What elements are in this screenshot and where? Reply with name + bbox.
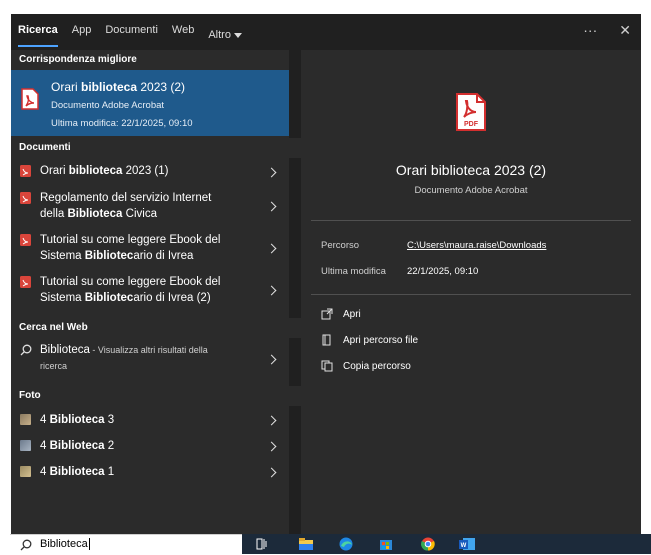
- section-web: Cerca nel Web: [11, 318, 305, 338]
- pdf-file-icon: [20, 276, 31, 288]
- photo-label: 4 Biblioteca 2: [40, 440, 115, 452]
- list-item[interactable]: Tutorial su come leggere Ebook del Sistem…: [11, 228, 289, 268]
- tab-documenti[interactable]: Documenti: [105, 24, 168, 46]
- action-open-label: Apri: [343, 308, 361, 320]
- pdf-file-icon: [20, 192, 31, 204]
- divider: [311, 294, 631, 295]
- tab-altro-label: Altro: [208, 29, 231, 41]
- more-options-icon[interactable]: ···: [583, 22, 597, 39]
- pdf-file-icon: [20, 234, 31, 246]
- edge-browser-icon[interactable]: [338, 537, 354, 551]
- photo-label: 4 Biblioteca 3: [40, 414, 115, 426]
- chrome-browser-icon[interactable]: [420, 537, 436, 551]
- tab-app[interactable]: App: [72, 24, 102, 46]
- best-match-title: Orari biblioteca 2023 (2): [51, 80, 186, 94]
- search-icon: [20, 344, 32, 356]
- modified-row: Ultima modifica 22/1/2025, 09:10: [321, 266, 478, 277]
- copy-icon: [321, 360, 333, 372]
- chevron-right-icon: [266, 243, 277, 254]
- chevron-right-icon: [266, 201, 277, 212]
- chevron-right-icon: [266, 441, 277, 452]
- task-view-icon[interactable]: [256, 537, 268, 551]
- search-input[interactable]: Biblioteca: [40, 538, 90, 551]
- tab-ricerca[interactable]: Ricerca: [18, 24, 68, 47]
- preview-type: Documento Adobe Acrobat: [414, 185, 528, 196]
- action-open[interactable]: Apri: [321, 308, 361, 320]
- open-icon: [321, 308, 333, 320]
- search-panel: Ricerca App Documenti Web Altro ··· ✕ Co…: [11, 14, 641, 534]
- store-icon[interactable]: [378, 537, 394, 551]
- action-open-file-location-label: Apri percorso file: [343, 334, 419, 346]
- preview-title: Orari biblioteca 2023 (2): [395, 162, 547, 178]
- action-copy-path-label: Copia percorso: [343, 360, 411, 372]
- tab-altro[interactable]: Altro: [208, 24, 252, 46]
- action-open-file-location[interactable]: Apri percorso file: [321, 334, 418, 346]
- best-match-modified: Ultima modifica: 22/1/2025, 09:10: [51, 118, 193, 129]
- modified-label: Ultima modifica: [321, 266, 386, 277]
- word-app-icon[interactable]: W: [458, 537, 476, 551]
- chevron-right-icon: [266, 467, 277, 478]
- search-icon: [20, 539, 32, 551]
- chevron-right-icon: [266, 167, 277, 178]
- tab-bar: Ricerca App Documenti Web Altro ··· ✕: [11, 14, 641, 50]
- taskbar-apps: W: [242, 534, 651, 554]
- list-item[interactable]: Orari biblioteca 2023 (1): [11, 158, 289, 184]
- path-link[interactable]: C:\Users\maura.raise\Downloads: [407, 240, 546, 251]
- best-match-type: Documento Adobe Acrobat: [51, 100, 165, 111]
- best-match-item[interactable]: Orari biblioteca 2023 (2) Documento Adob…: [11, 70, 289, 136]
- top-icons: ··· ✕: [583, 22, 631, 39]
- pdf-badge: PDF: [464, 121, 479, 128]
- results-list: Corrispondenza migliore Orari biblioteca…: [11, 50, 305, 534]
- image-thumbnail: [20, 414, 31, 425]
- tabs: Ricerca App Documenti Web Altro: [18, 24, 256, 47]
- doc-label: Regolamento del servizio Internet della B…: [40, 192, 212, 220]
- chevron-right-icon: [266, 415, 277, 426]
- image-thumbnail: [20, 466, 31, 477]
- chevron-right-icon: [266, 285, 277, 296]
- text-cursor: [88, 538, 90, 551]
- chevron-down-icon: [233, 33, 242, 38]
- section-photos: Foto: [11, 386, 305, 406]
- list-item[interactable]: Tutorial su come leggere Ebook del Sistem…: [11, 270, 289, 310]
- modified-value: 22/1/2025, 09:10: [407, 266, 479, 277]
- web-search-label: Biblioteca - Visualizza altri risultati …: [40, 344, 208, 371]
- file-explorer-icon[interactable]: [298, 537, 314, 551]
- close-icon[interactable]: ✕: [619, 22, 631, 39]
- folder-icon: [322, 334, 331, 346]
- section-documents: Documenti: [11, 138, 305, 158]
- path-label: Percorso: [321, 240, 360, 251]
- doc-label: Tutorial su come leggere Ebook del Sistem…: [40, 234, 221, 262]
- web-search-item[interactable]: Biblioteca - Visualizza altri risultati …: [11, 340, 289, 380]
- tab-web[interactable]: Web: [172, 24, 204, 46]
- action-copy-path[interactable]: Copia percorso: [321, 360, 411, 372]
- list-item[interactable]: Regolamento del servizio Internet della B…: [11, 186, 289, 226]
- taskbar-search-box[interactable]: Biblioteca: [10, 534, 242, 555]
- divider: [311, 220, 631, 221]
- preview-pane: PDF Orari biblioteca 2023 (2) Documento …: [301, 50, 641, 534]
- section-best-match: Corrispondenza migliore: [11, 50, 289, 70]
- chevron-right-icon: [266, 354, 277, 365]
- list-item[interactable]: 4 Biblioteca 1: [11, 460, 289, 484]
- pdf-file-icon: [21, 88, 39, 110]
- doc-label: Tutorial su come leggere Ebook del Sistem…: [40, 276, 221, 304]
- doc-label: Orari biblioteca 2023 (1): [40, 165, 169, 177]
- pdf-file-icon: PDF: [456, 93, 486, 131]
- svg-text:W: W: [461, 543, 467, 549]
- pdf-file-icon: [20, 165, 31, 177]
- path-row: Percorso C:\Users\maura.raise\Downloads: [321, 240, 546, 251]
- list-item[interactable]: 4 Biblioteca 3: [11, 408, 289, 432]
- list-item[interactable]: 4 Biblioteca 2: [11, 434, 289, 458]
- image-thumbnail: [20, 440, 31, 451]
- photo-label: 4 Biblioteca 1: [40, 466, 115, 478]
